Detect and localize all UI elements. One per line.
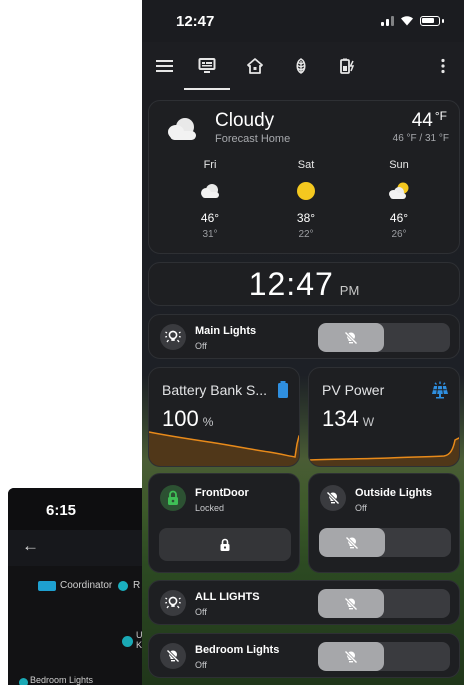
bedroom-lights-toggle[interactable] bbox=[318, 642, 450, 671]
network-node-bedroom-label: Bedroom Lights bbox=[30, 675, 94, 685]
hamburger-menu-icon[interactable] bbox=[148, 50, 182, 82]
forecast-day: Sat 38° 22° bbox=[276, 159, 336, 240]
legend-coordinator-label: Coordinator bbox=[60, 580, 113, 591]
front-door-name: FrontDoor bbox=[195, 487, 249, 499]
battery-sparkline bbox=[149, 431, 299, 466]
ceiling-light-icon bbox=[160, 590, 186, 616]
light-off-icon bbox=[318, 589, 384, 618]
back-arrow-icon[interactable]: ← bbox=[22, 536, 39, 556]
forecast-low: 26° bbox=[391, 229, 407, 240]
current-temperature: 44 °F bbox=[411, 109, 447, 132]
bedroom-lights-name: Bedroom Lights bbox=[195, 644, 280, 656]
sunny-icon bbox=[276, 180, 336, 202]
outside-lights-state: Off bbox=[355, 503, 367, 513]
bedroom-lights-state: Off bbox=[195, 660, 207, 670]
main-lights-name: Main Lights bbox=[195, 325, 257, 337]
status-bar: 12:47 bbox=[142, 0, 464, 42]
weather-location: Forecast Home bbox=[215, 133, 291, 145]
outside-lights-name: Outside Lights bbox=[355, 487, 432, 499]
canvas: 6:15 ← Coordinator R U K Bedroom Lights bbox=[0, 0, 464, 685]
back-status-time: 6:15 bbox=[46, 502, 77, 519]
lock-icon bbox=[220, 538, 230, 551]
pv-unit: W bbox=[362, 415, 375, 429]
forecast-low: 31° bbox=[202, 229, 218, 240]
battery-value: 100% bbox=[162, 406, 213, 432]
clock-ampm: PM bbox=[339, 283, 360, 298]
cloudy-icon bbox=[180, 180, 240, 202]
cloudy-icon bbox=[165, 117, 199, 146]
light-off-icon bbox=[319, 528, 385, 557]
main-lights-state: Off bbox=[195, 341, 207, 351]
router-dot bbox=[118, 580, 128, 591]
pv-number: 134 bbox=[322, 406, 359, 431]
more-vertical-icon[interactable] bbox=[426, 50, 460, 82]
outside-lights-toggle[interactable] bbox=[319, 528, 451, 557]
light-off-icon bbox=[318, 642, 384, 671]
all-lights-state: Off bbox=[195, 607, 207, 617]
legend-router-label: R bbox=[133, 580, 141, 591]
light-off-icon bbox=[320, 485, 346, 511]
clock-display: 12:47 PM bbox=[149, 263, 459, 305]
forecast-day-name: Fri bbox=[203, 159, 217, 171]
pv-title: PV Power bbox=[322, 382, 385, 398]
network-node-bedroom[interactable] bbox=[19, 678, 28, 685]
forecast-high: 46° bbox=[200, 211, 220, 225]
front-door-state: Locked bbox=[195, 503, 225, 513]
forecast-day-name: Sat bbox=[297, 159, 315, 171]
legend-coordinator: Coordinator bbox=[38, 580, 112, 591]
main-lights-card[interactable]: Main Lights Off bbox=[148, 314, 460, 359]
all-lights-name: ALL LIGHTS bbox=[195, 591, 260, 603]
light-off-icon bbox=[160, 643, 186, 669]
all-lights-toggle[interactable] bbox=[318, 589, 450, 618]
outside-lights-card[interactable]: Outside Lights Off bbox=[308, 473, 460, 573]
battery-nub bbox=[442, 18, 444, 23]
forecast-day-name: Sun bbox=[389, 159, 409, 171]
bedroom-lights-card[interactable]: Bedroom Lights Off bbox=[148, 633, 460, 678]
wifi-icon bbox=[401, 16, 413, 26]
forecast-low: 22° bbox=[298, 229, 314, 240]
forecast-day: Sun 46° 26° bbox=[369, 159, 429, 240]
all-lights-card[interactable]: ALL LIGHTS Off bbox=[148, 580, 460, 625]
temp-unit: °F bbox=[434, 109, 447, 123]
legend-router: R bbox=[118, 580, 140, 591]
light-off-icon bbox=[318, 323, 384, 352]
weather-card[interactable]: Cloudy Forecast Home 44 °F 46 °F / 31 °F … bbox=[148, 100, 460, 254]
battery-charging-icon[interactable] bbox=[330, 50, 364, 82]
pv-value: 134 W bbox=[322, 406, 374, 432]
coordinator-swatch bbox=[38, 580, 56, 591]
battery-unit: % bbox=[202, 415, 214, 429]
battery-title: Battery Bank S... bbox=[162, 382, 268, 398]
clock-time: 12:47 bbox=[248, 266, 334, 302]
weather-condition: Cloudy bbox=[215, 110, 275, 131]
partly-cloudy-icon bbox=[369, 180, 429, 202]
home-icon[interactable] bbox=[238, 50, 272, 82]
monitor-dashboard-icon[interactable] bbox=[190, 50, 224, 82]
solar-panel-icon bbox=[431, 381, 449, 404]
temp-value: 44 bbox=[411, 110, 433, 131]
battery-bank-card[interactable]: Battery Bank S... 100% bbox=[148, 367, 300, 467]
forecast-high: 38° bbox=[296, 211, 316, 225]
battery-status-icon bbox=[420, 15, 440, 26]
leaf-energy-icon[interactable] bbox=[284, 50, 318, 82]
main-lights-toggle[interactable] bbox=[318, 323, 450, 352]
signal-icon bbox=[381, 15, 394, 26]
battery-icon bbox=[277, 381, 289, 403]
pv-power-card[interactable]: PV Power 134 W bbox=[308, 367, 460, 467]
status-time: 12:47 bbox=[176, 13, 215, 30]
main-phone-screen: 12:47 Cloudy Forecast Home 44 °F 46 °F /… bbox=[142, 0, 464, 685]
battery-number: 100 bbox=[162, 406, 199, 431]
ceiling-light-icon bbox=[160, 324, 186, 350]
forecast-day: Fri 46° 31° bbox=[180, 159, 240, 240]
status-icons bbox=[381, 15, 444, 26]
lock-toggle-button[interactable] bbox=[159, 528, 291, 561]
app-bar bbox=[142, 42, 464, 90]
clock-card: 12:47 PM bbox=[148, 262, 460, 306]
network-node[interactable] bbox=[122, 636, 133, 647]
pv-sparkline bbox=[309, 437, 459, 466]
front-door-card[interactable]: FrontDoor Locked bbox=[148, 473, 300, 573]
lock-icon bbox=[160, 485, 186, 511]
temp-high-low: 46 °F / 31 °F bbox=[392, 133, 449, 144]
forecast-high: 46° bbox=[389, 211, 409, 225]
dashboard-content: Cloudy Forecast Home 44 °F 46 °F / 31 °F … bbox=[142, 90, 464, 685]
